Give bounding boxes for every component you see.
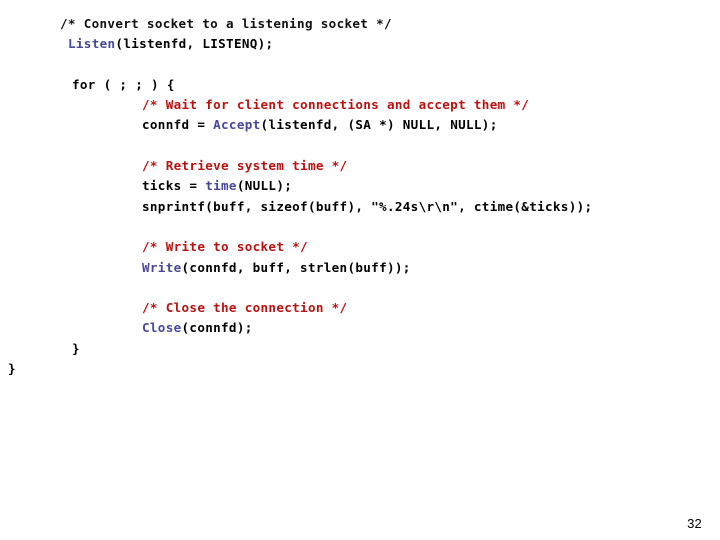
code-text: }	[72, 340, 80, 356]
code-text: (NULL);	[236, 178, 293, 194]
code-text: (listenfd, (SA *) NULL, NULL);	[260, 117, 498, 133]
code-line: }	[0, 359, 720, 379]
code-text: ticks =	[142, 178, 206, 194]
code-function-name: time	[205, 178, 237, 194]
code-line: snprintf(buff, sizeof(buff), "%.24s\r\n"…	[0, 197, 720, 217]
code-line: Write(connfd, buff, strlen(buff));	[0, 258, 720, 278]
code-comment: /* Close the connection */	[142, 300, 348, 316]
code-line: ticks = time(NULL);	[0, 176, 720, 196]
code-text: connfd =	[142, 117, 214, 133]
code-function-name: Accept	[213, 117, 261, 133]
code-comment: /* Write to socket */	[142, 239, 308, 255]
slide-canvas: /* Convert socket to a listening socket …	[0, 0, 720, 540]
code-text: for ( ; ; ) {	[72, 76, 175, 92]
code-function-name: Listen	[68, 36, 116, 52]
code-text: }	[8, 361, 16, 377]
code-line: /* Close the connection */	[0, 298, 720, 318]
code-line: for ( ; ; ) {	[0, 75, 720, 95]
code-text: (connfd);	[181, 320, 253, 336]
code-function-name: Write	[142, 259, 182, 275]
code-line: /* Convert socket to a listening socket …	[0, 14, 720, 34]
code-line: Listen(listenfd, LISTENQ);	[0, 34, 720, 54]
code-text: (listenfd, LISTENQ);	[115, 36, 274, 52]
code-comment: /* Retrieve system time */	[142, 158, 348, 174]
code-line: Close(connfd);	[0, 318, 720, 338]
code-function-name: Close	[142, 320, 182, 336]
code-comment: /* Wait for client connections and accep…	[142, 97, 530, 113]
code-line: connfd = Accept(listenfd, (SA *) NULL, N…	[0, 115, 720, 135]
code-line: }	[0, 339, 720, 359]
code-listing: /* Convert socket to a listening socket …	[0, 14, 720, 379]
code-line: /* Retrieve system time */	[0, 156, 720, 176]
code-text: (connfd, buff, strlen(buff));	[181, 259, 411, 275]
code-line: /* Wait for client connections and accep…	[0, 95, 720, 115]
page-number: 32	[687, 516, 702, 531]
code-line: /* Write to socket */	[0, 237, 720, 257]
code-comment: /* Convert socket to a listening socket …	[60, 16, 392, 31]
code-text: snprintf(buff, sizeof(buff), "%.24s\r\n"…	[142, 198, 593, 214]
